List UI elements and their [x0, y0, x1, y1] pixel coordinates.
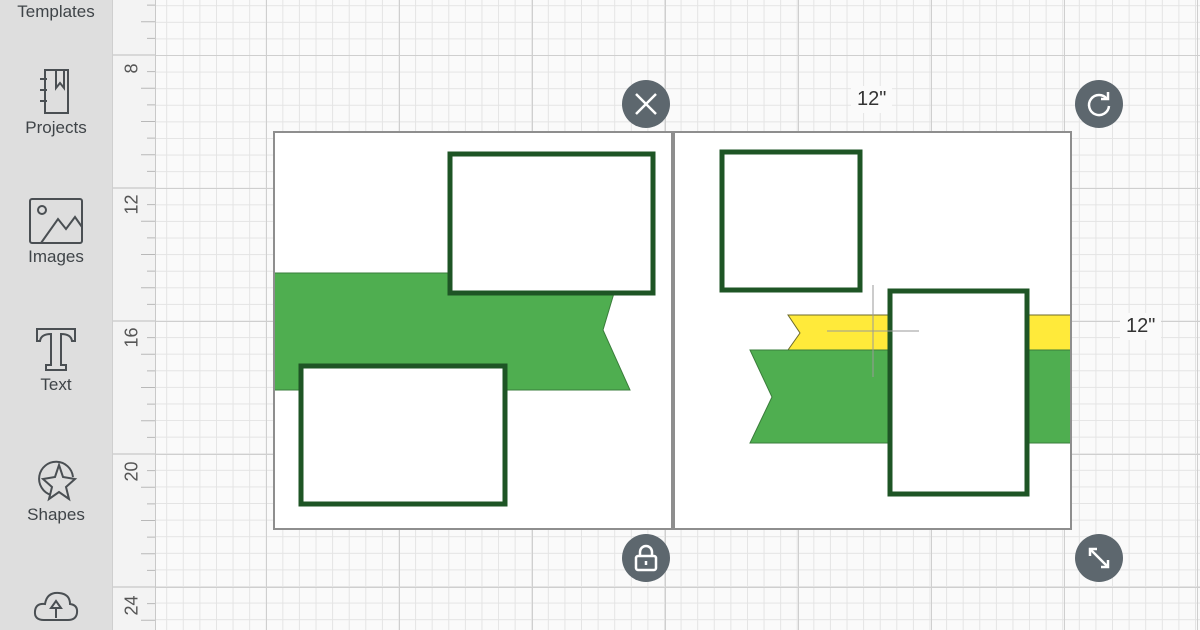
rotate-icon [1087, 92, 1111, 117]
left-frame-bottom[interactable] [298, 363, 508, 507]
lock-button[interactable] [622, 534, 670, 582]
close-icon [635, 93, 657, 115]
lock-icon [634, 544, 658, 572]
right-frame-tall[interactable] [887, 288, 1030, 497]
resize-button[interactable] [1075, 534, 1123, 582]
height-dimension-label: 12" [1120, 313, 1162, 340]
right-frame-square[interactable] [719, 149, 863, 293]
delete-button[interactable] [622, 80, 670, 128]
resize-icon [1088, 547, 1110, 569]
width-dimension-label: 12" [851, 86, 893, 113]
left-frame-top[interactable] [447, 151, 656, 296]
design-artwork [273, 131, 1072, 530]
rotate-button[interactable] [1075, 80, 1123, 128]
